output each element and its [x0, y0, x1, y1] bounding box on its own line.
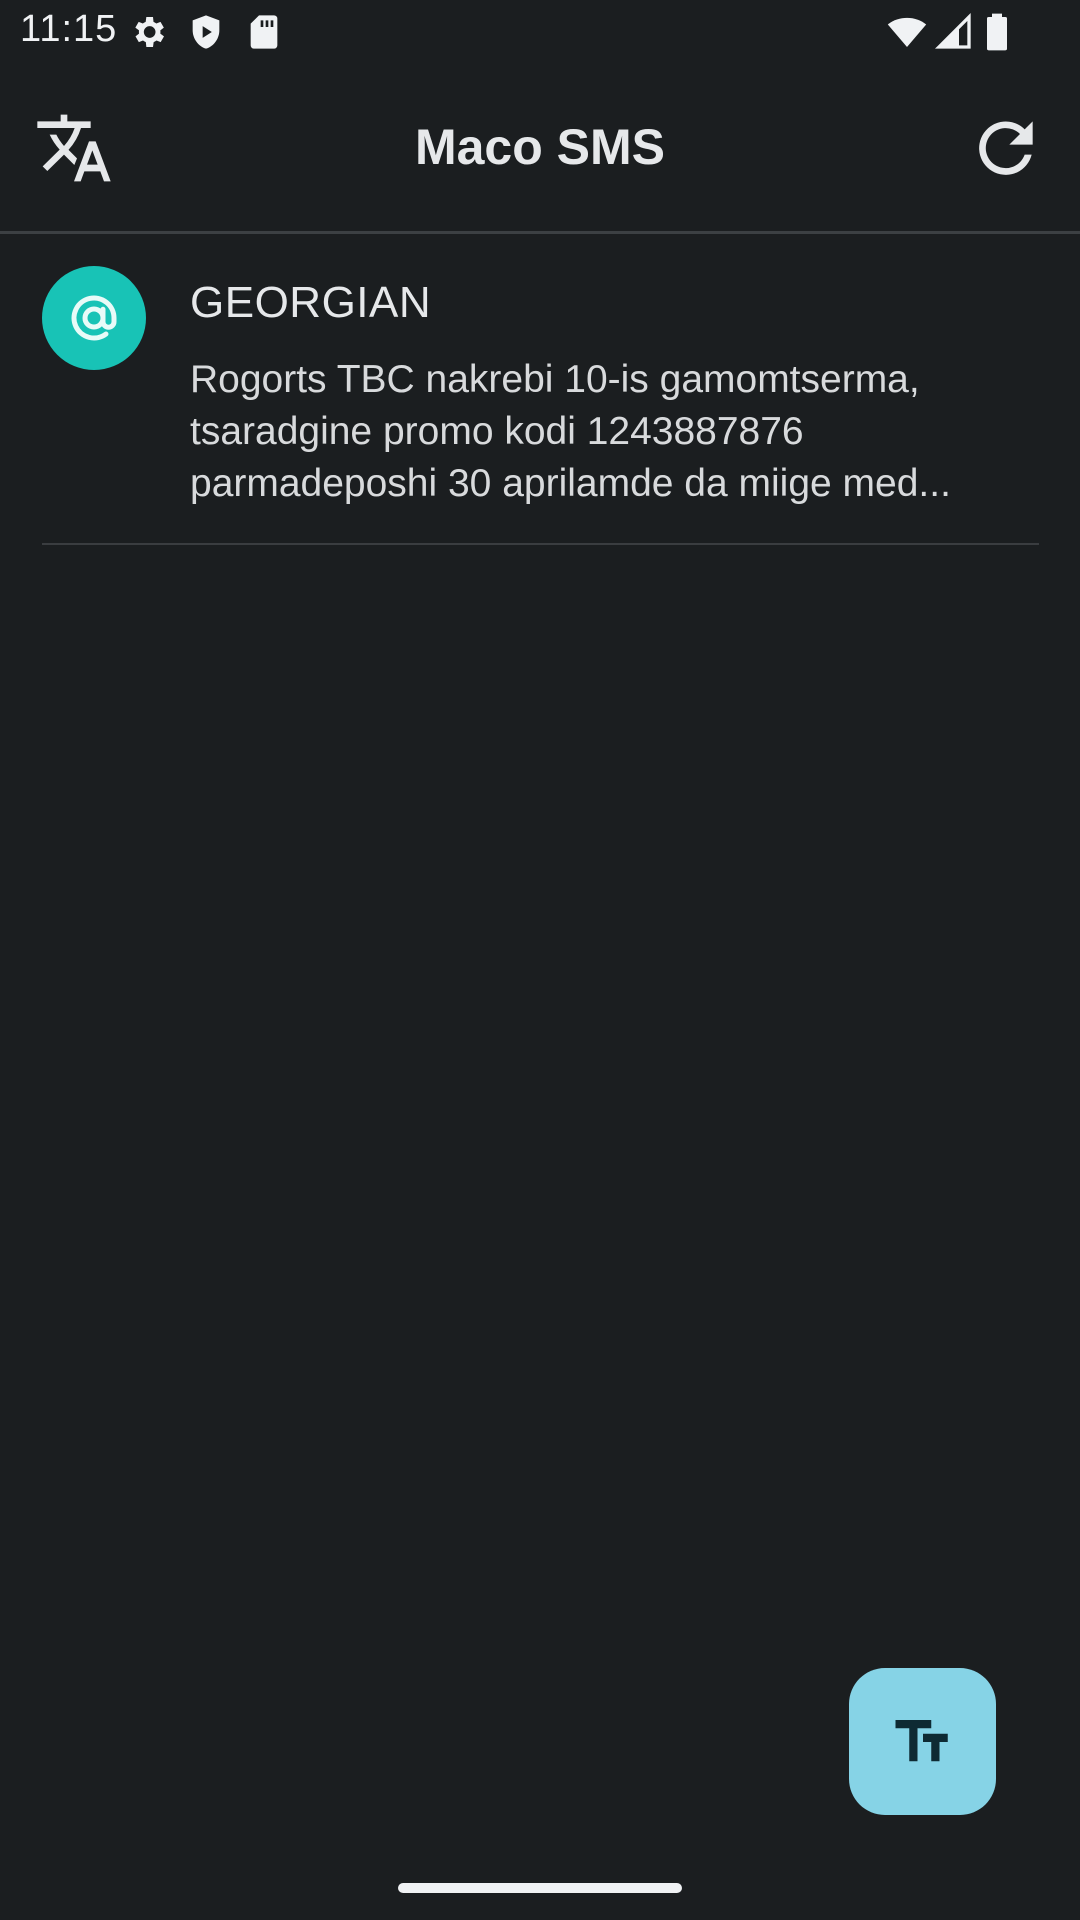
status-bar: 11:15 [0, 0, 1080, 64]
app-bar: Maco SMS [0, 64, 1080, 234]
message-list-item[interactable]: GEORGIAN Rogorts TBC nakrebi 10-is gamom… [0, 234, 1080, 544]
sd-card-icon [244, 12, 284, 52]
battery-icon [982, 12, 1022, 52]
status-time: 11:15 [20, 8, 118, 50]
shield-icon [186, 12, 226, 52]
app-title: Maco SMS [414, 119, 666, 175]
text-size-button[interactable] [849, 1668, 996, 1815]
settings-icon [128, 12, 168, 52]
message-preview: Rogorts TBC nakrebi 10-is gamomtserma, t… [190, 358, 951, 505]
cellular-signal-icon [934, 12, 974, 52]
at-sign-icon [71, 295, 117, 341]
avatar [42, 266, 146, 370]
wifi-icon [886, 12, 927, 52]
gesture-nav-bar[interactable] [398, 1883, 682, 1893]
text-size-icon [895, 1720, 948, 1762]
sender-name: GEORGIAN [190, 278, 432, 327]
list-divider [42, 543, 1039, 545]
refresh-icon[interactable] [966, 108, 1046, 188]
